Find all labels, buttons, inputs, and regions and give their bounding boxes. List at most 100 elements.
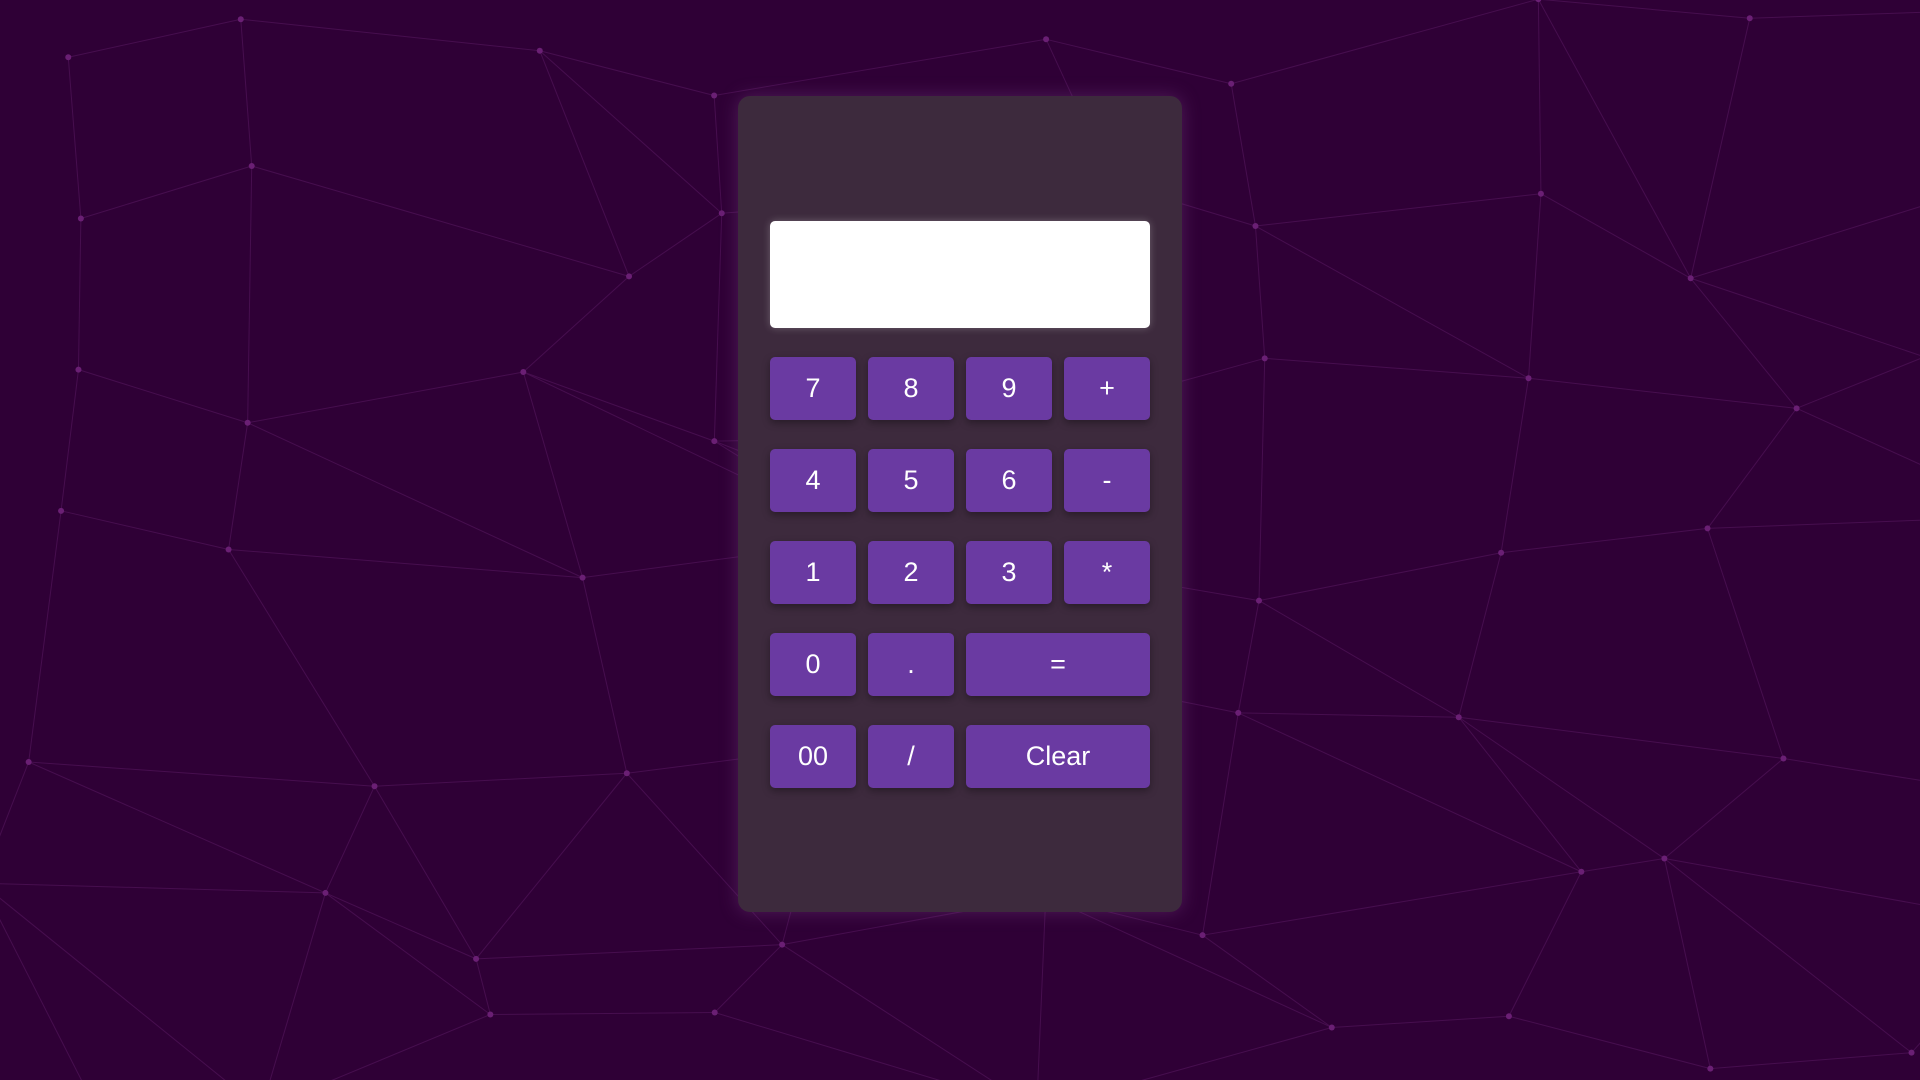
background-node <box>579 574 586 581</box>
background-node <box>779 941 786 948</box>
background-link <box>1202 934 1333 1028</box>
background-node <box>1505 1013 1512 1020</box>
background-link <box>1664 858 1920 905</box>
key-plus[interactable]: + <box>1064 357 1150 420</box>
key-4[interactable]: 4 <box>770 449 856 512</box>
background-node <box>1455 714 1462 721</box>
key-clear[interactable]: Clear <box>966 725 1150 788</box>
key-6[interactable]: 6 <box>966 449 1052 512</box>
background-link <box>331 1014 491 1080</box>
background-node <box>1328 1024 1335 1031</box>
background-link <box>1258 600 1459 718</box>
key-double-zero[interactable]: 00 <box>770 725 856 788</box>
key-3[interactable]: 3 <box>966 541 1052 604</box>
background-node <box>1704 525 1711 532</box>
background-link <box>0 918 82 1080</box>
background-node <box>1043 36 1050 43</box>
background-node <box>244 419 251 426</box>
key-divide[interactable]: / <box>868 725 954 788</box>
background-link <box>0 883 326 894</box>
background-link <box>1541 0 1750 19</box>
background-link <box>68 18 241 58</box>
background-node <box>1661 855 1668 862</box>
background-link <box>1508 1015 1711 1070</box>
calculator-display[interactable] <box>770 221 1150 328</box>
background-link <box>1202 712 1239 936</box>
background-link <box>476 944 783 960</box>
background-link <box>78 369 248 424</box>
background-link <box>714 38 1047 96</box>
key-equals[interactable]: = <box>966 633 1150 696</box>
background-link <box>1783 757 1920 781</box>
background-link <box>1331 1015 1509 1028</box>
background-link <box>1528 193 1542 379</box>
background-node <box>371 783 378 790</box>
background-link <box>374 785 477 960</box>
background-node <box>711 438 718 445</box>
key-5[interactable]: 5 <box>868 449 954 512</box>
background-node <box>626 273 633 280</box>
background-link <box>1238 712 1582 873</box>
background-link <box>1258 358 1266 601</box>
background-link <box>713 95 723 214</box>
background-node <box>623 770 630 777</box>
background-link <box>1664 858 1912 1054</box>
background-link <box>1664 758 1784 859</box>
background-link <box>67 57 82 219</box>
background-link <box>1255 225 1529 379</box>
background-link <box>324 785 375 894</box>
background-link <box>269 892 326 1080</box>
background-link <box>1458 716 1582 873</box>
background-link <box>240 19 253 167</box>
key-0[interactable]: 0 <box>770 633 856 696</box>
background-link <box>1264 357 1529 379</box>
background-node <box>473 955 480 962</box>
background-link <box>240 18 540 52</box>
background-link <box>1796 358 1920 409</box>
background-link <box>247 371 524 424</box>
key-minus[interactable]: - <box>1064 449 1150 512</box>
background-node <box>77 215 84 222</box>
background-link <box>1537 0 1542 194</box>
background-link <box>539 50 715 96</box>
background-link <box>582 577 628 774</box>
background-link <box>1458 716 1784 759</box>
background-link <box>1528 377 1797 409</box>
background-node <box>1535 0 1542 3</box>
background-node <box>1199 932 1206 939</box>
background-link <box>714 1012 941 1080</box>
key-multiply[interactable]: * <box>1064 541 1150 604</box>
background-node <box>322 889 329 896</box>
key-8[interactable]: 8 <box>868 357 954 420</box>
background-link <box>539 50 630 277</box>
background-link <box>247 422 583 579</box>
key-2[interactable]: 2 <box>868 541 954 604</box>
background-node <box>1746 15 1753 22</box>
background-link <box>1710 1052 1912 1070</box>
key-1[interactable]: 1 <box>770 541 856 604</box>
background-link <box>1202 871 1582 936</box>
background-link <box>523 371 715 442</box>
key-7[interactable]: 7 <box>770 357 856 420</box>
background-link <box>490 1012 715 1015</box>
background-node <box>536 47 543 54</box>
calculator-card: 7 8 9 + 4 5 6 - 1 2 3 * 0 . = 00 / Clear <box>738 96 1182 912</box>
background-link <box>714 944 783 1013</box>
background-link <box>1911 1042 1920 1054</box>
background-link <box>80 165 252 219</box>
background-link <box>1258 552 1502 602</box>
key-decimal[interactable]: . <box>868 633 954 696</box>
background-node <box>237 16 244 23</box>
background-link <box>1707 519 1920 529</box>
background-link <box>1690 18 1751 279</box>
background-node <box>75 366 82 373</box>
background-link <box>251 165 630 277</box>
background-link <box>247 166 253 423</box>
background-node <box>225 546 232 553</box>
background-link <box>1141 1026 1332 1080</box>
background-link <box>1538 0 1692 279</box>
background-link <box>374 772 627 787</box>
key-9[interactable]: 9 <box>966 357 1052 420</box>
background-link <box>713 213 723 442</box>
background-node <box>58 507 65 514</box>
